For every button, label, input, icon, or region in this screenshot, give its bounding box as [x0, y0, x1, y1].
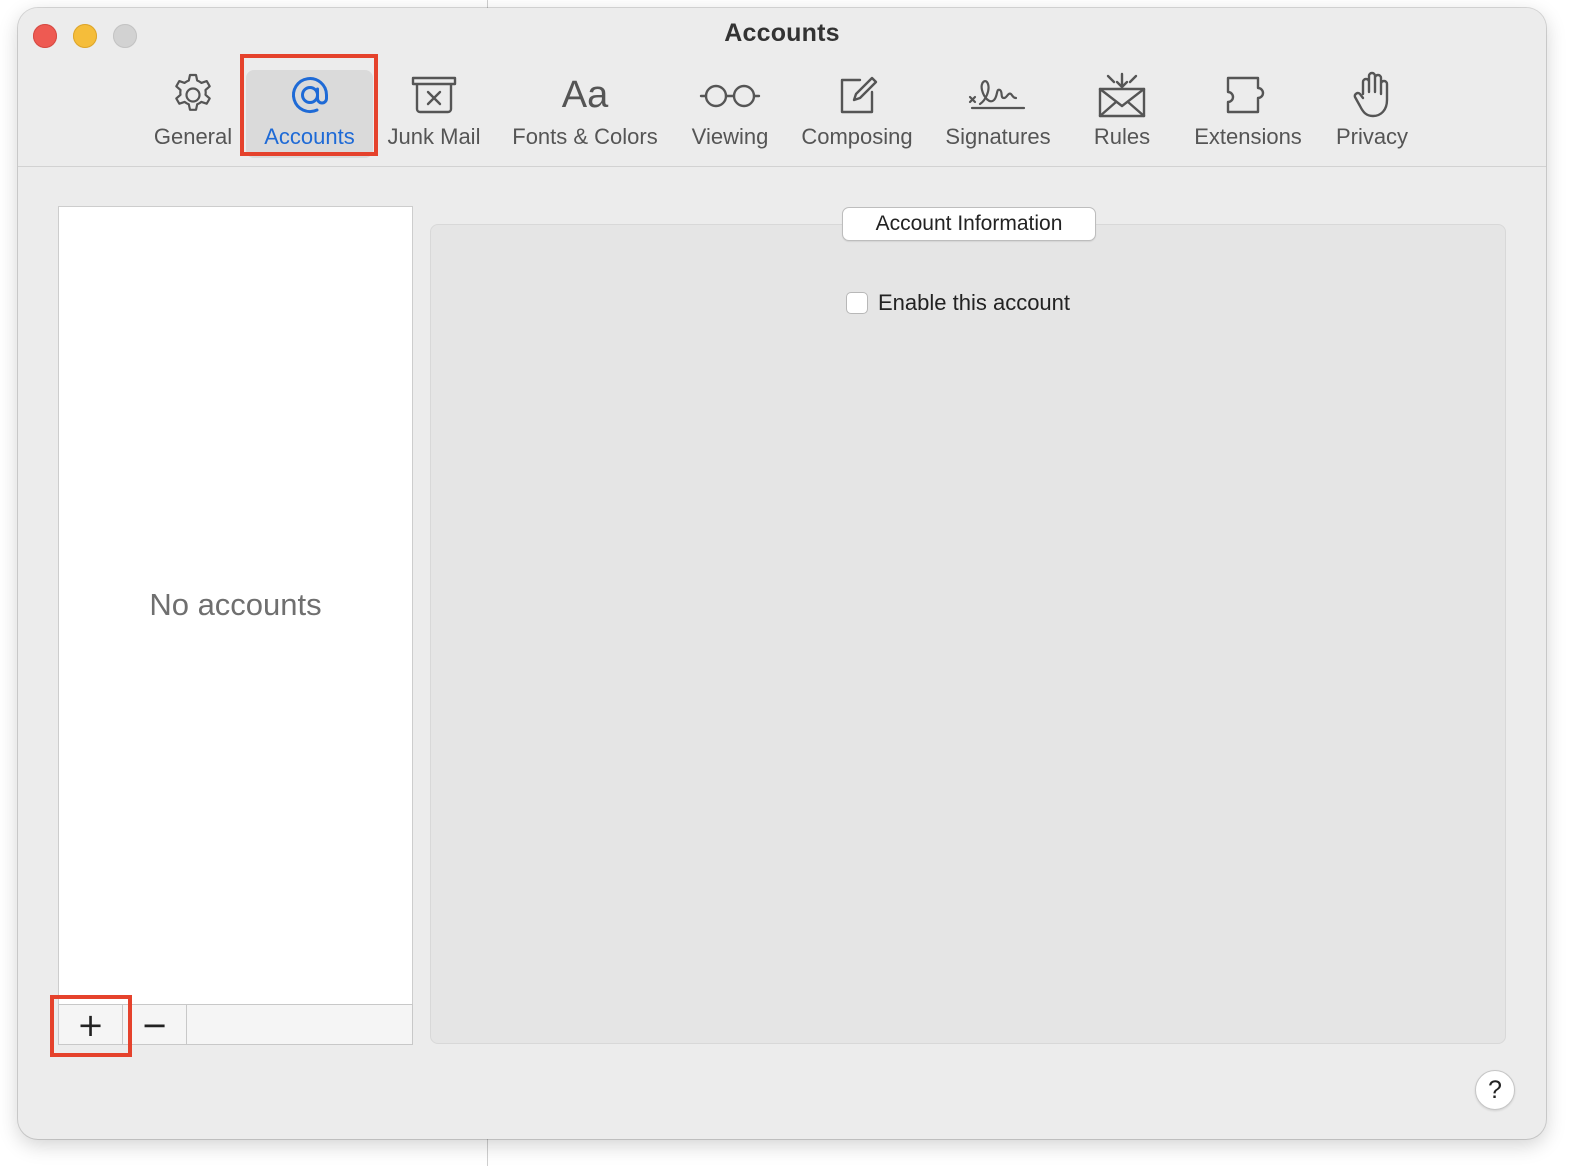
tab-viewing[interactable]: Viewing	[682, 70, 778, 158]
puzzle-piece-icon	[1222, 70, 1274, 120]
gear-icon	[170, 70, 216, 120]
enable-account-label: Enable this account	[878, 290, 1071, 315]
window-title: Accounts	[724, 19, 840, 47]
tab-accounts-label: Accounts	[264, 124, 355, 149]
tab-junk-mail-label: Junk Mail	[387, 124, 481, 149]
tab-rules-label: Rules	[1093, 124, 1151, 149]
font-aa-glyph: Aa	[561, 74, 609, 116]
tab-rules[interactable]: Rules	[1077, 70, 1167, 158]
tab-signatures-label: Signatures	[945, 124, 1051, 149]
hand-icon	[1349, 70, 1395, 120]
account-info-panel	[430, 224, 1506, 1044]
tab-general-label: General	[153, 124, 233, 149]
tab-extensions[interactable]: Extensions	[1183, 70, 1313, 158]
tab-account-information[interactable]: Account Information	[842, 207, 1096, 241]
tab-accounts[interactable]: Accounts	[246, 70, 373, 158]
tab-extensions-label: Extensions	[1194, 124, 1302, 149]
tab-viewing-label: Viewing	[691, 124, 769, 149]
tab-signatures[interactable]: Signatures	[934, 70, 1062, 158]
tab-privacy[interactable]: Privacy	[1324, 70, 1420, 158]
enable-account-checkbox[interactable]	[846, 292, 868, 314]
tab-composing-label: Composing	[801, 124, 913, 149]
font-aa-icon: Aa	[562, 70, 608, 120]
help-button[interactable]: ?	[1475, 1070, 1515, 1110]
add-account-button[interactable]: +	[59, 1005, 123, 1044]
tab-junk-mail[interactable]: Junk Mail	[380, 70, 488, 158]
empty-list-message: No accounts	[149, 587, 322, 622]
envelope-rules-icon	[1096, 70, 1148, 120]
tab-fonts-colors-label: Fonts & Colors	[512, 124, 658, 149]
accounts-list-toolbar: + −	[58, 1004, 413, 1045]
at-sign-icon	[287, 70, 333, 120]
tab-general[interactable]: General	[146, 70, 240, 158]
tab-fonts-colors[interactable]: Aa Fonts & Colors	[501, 70, 669, 158]
tab-composing[interactable]: Composing	[791, 70, 923, 158]
junk-bin-icon	[410, 70, 458, 120]
signature-icon	[966, 70, 1030, 120]
tab-privacy-label: Privacy	[1335, 124, 1409, 149]
preferences-window: Accounts General Accounts Junk Mail Aa F…	[18, 8, 1546, 1139]
toolbar: Accounts General Accounts Junk Mail Aa F…	[18, 8, 1546, 167]
remove-account-button[interactable]: −	[123, 1005, 187, 1044]
glasses-icon	[698, 70, 762, 120]
compose-pencil-icon	[834, 70, 880, 120]
accounts-list[interactable]: No accounts	[58, 206, 413, 1006]
enable-account-row[interactable]: Enable this account	[846, 290, 1070, 316]
